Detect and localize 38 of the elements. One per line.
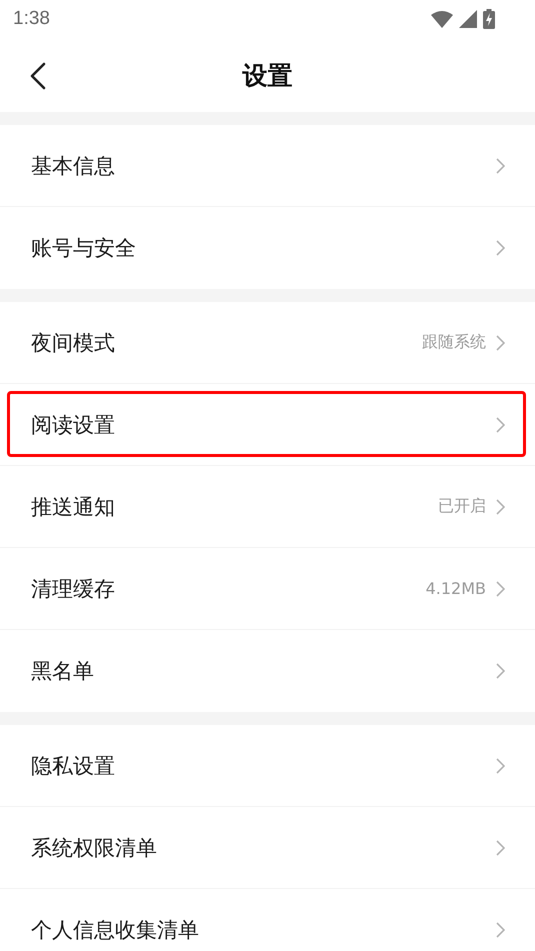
settings-item[interactable]: 系统权限清单: [0, 807, 535, 889]
chevron-right-icon: [496, 758, 505, 774]
settings-item[interactable]: 个人信息收集清单: [0, 889, 535, 951]
item-label: 推送通知: [31, 494, 115, 520]
chevron-right-icon: [496, 663, 505, 679]
item-label: 隐私设置: [31, 752, 115, 780]
item-value: 已开启: [438, 496, 486, 517]
item-label: 夜间模式: [31, 330, 115, 356]
item-label: 黑名单: [31, 658, 94, 685]
chevron-right-icon: [496, 240, 505, 256]
settings-item[interactable]: 清理缓存 4.12MB: [0, 548, 535, 630]
status-time: 1:38: [13, 8, 50, 30]
settings-item[interactable]: 阅读设置: [0, 384, 535, 466]
chevron-right-icon: [496, 416, 505, 432]
settings-item[interactable]: 推送通知 已开启: [0, 466, 535, 548]
chevron-right-icon: [496, 158, 505, 174]
settings-item[interactable]: 夜间模式 跟随系统: [0, 302, 535, 384]
chevron-right-icon: [496, 580, 505, 596]
item-value: 4.12MB: [426, 579, 486, 598]
item-label: 基本信息: [31, 152, 115, 180]
item-label: 账号与安全: [31, 235, 136, 262]
item-label: 个人信息收集清单: [31, 917, 199, 944]
item-label: 清理缓存: [31, 576, 115, 602]
chevron-right-icon: [496, 498, 505, 514]
settings-item[interactable]: 基本信息: [0, 125, 535, 207]
settings-item[interactable]: 黑名单: [0, 630, 535, 712]
signal-icon: [459, 10, 477, 28]
battery-icon: [483, 9, 495, 29]
item-label: 阅读设置: [31, 412, 115, 438]
wifi-icon: [431, 10, 453, 28]
page-title: 设置: [242, 60, 292, 92]
chevron-right-icon: [496, 922, 505, 938]
chevron-right-icon: [496, 334, 505, 350]
item-label: 系统权限清单: [31, 834, 157, 862]
settings-item[interactable]: 账号与安全: [0, 207, 535, 289]
settings-item[interactable]: 隐私设置: [0, 725, 535, 807]
item-value: 跟随系统: [422, 332, 486, 353]
chevron-right-icon: [496, 840, 505, 856]
